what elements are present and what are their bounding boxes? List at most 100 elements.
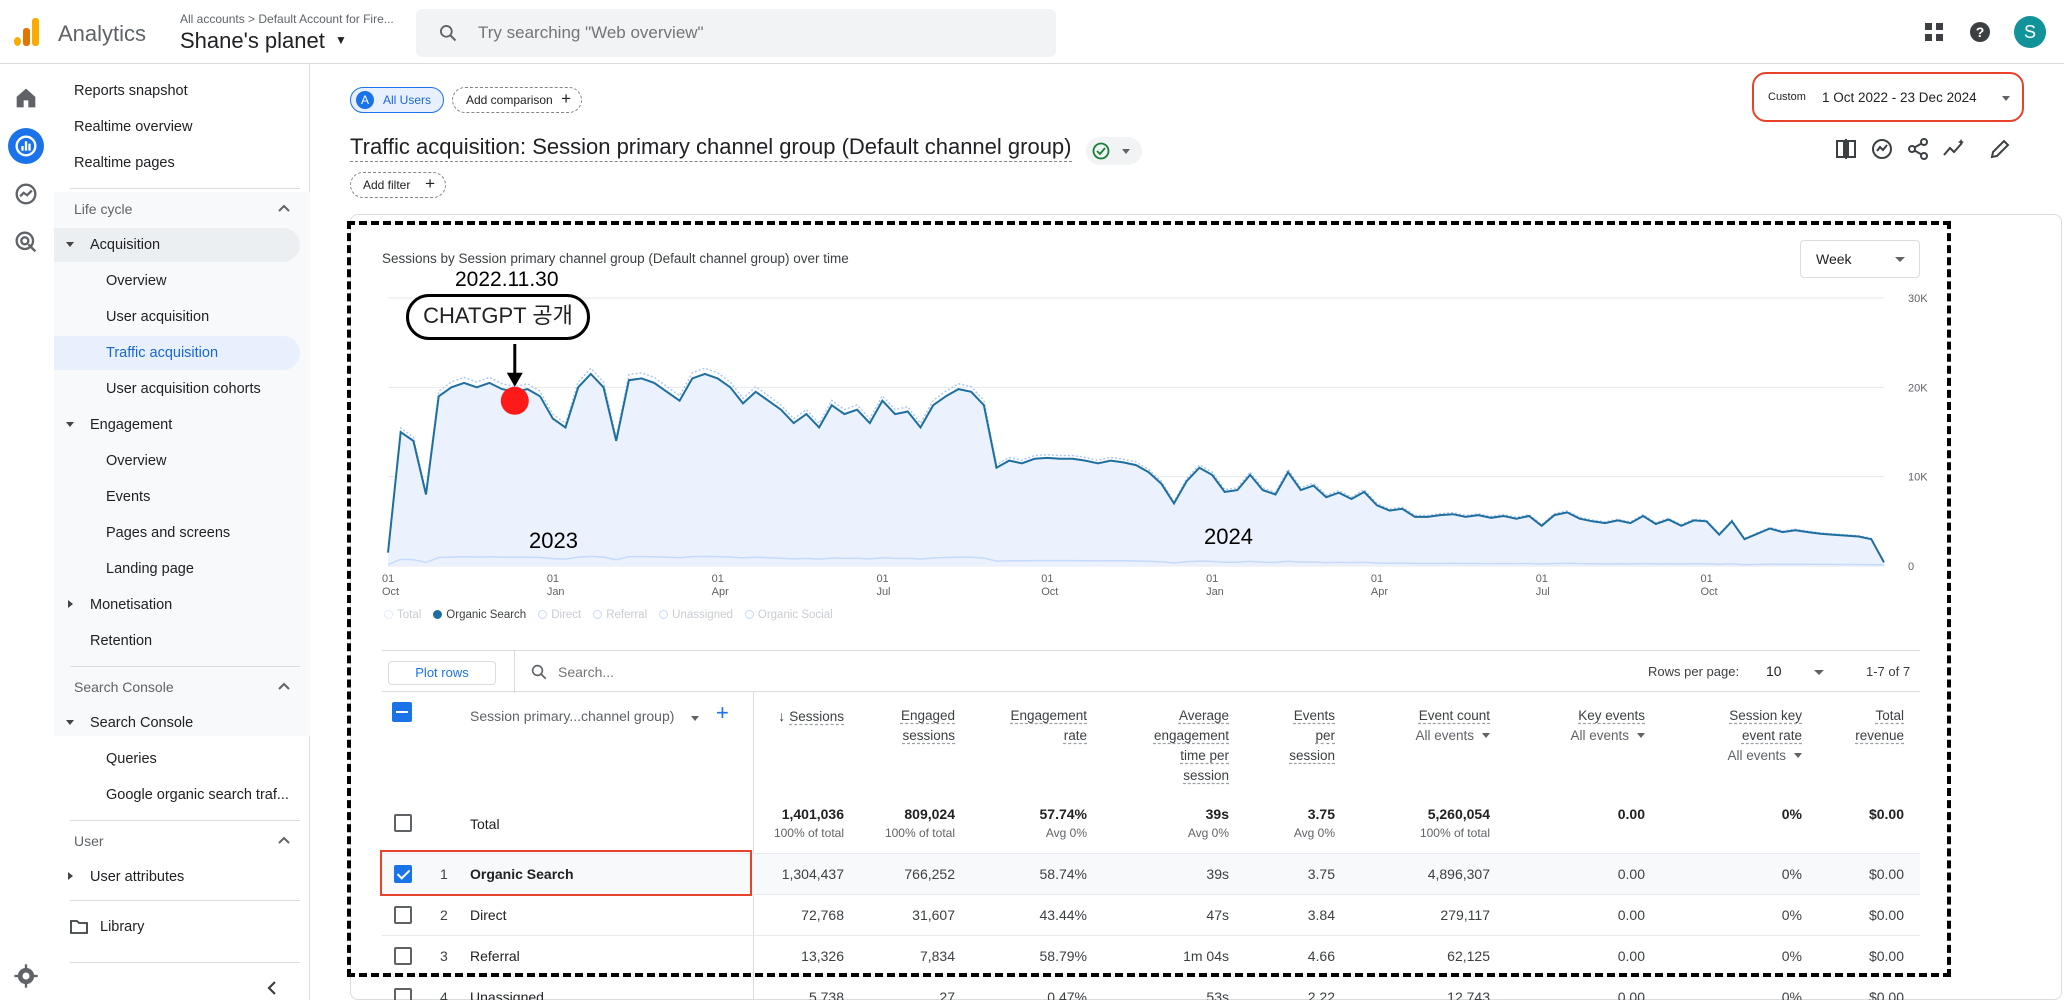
legend-item[interactable]: Organic Search — [433, 609, 526, 621]
row-dimension-value[interactable]: Referral — [470, 948, 520, 964]
nav-pages-and-screens[interactable]: Pages and screens — [54, 516, 300, 550]
nav-user-acquisition[interactable]: User acquisition — [54, 300, 300, 334]
search-console-section-header[interactable]: Search Console — [54, 670, 310, 704]
x-tick-day: 01 — [1041, 573, 1053, 585]
caret-down-icon — [2002, 96, 2010, 101]
user-avatar[interactable]: S — [2014, 16, 2046, 48]
add-dimension-icon[interactable]: + — [716, 700, 729, 726]
column-metric-selector[interactable]: All events — [1727, 746, 1802, 766]
nav-search-console[interactable]: Search Console — [54, 706, 300, 740]
column-header-label: Engaged — [900, 708, 955, 723]
x-tick-month: Oct — [1041, 586, 1058, 598]
y-tick-label: 0 — [1908, 561, 1914, 573]
row-dimension-value[interactable]: Unassigned — [470, 989, 544, 1000]
column-header[interactable]: Session key event rate All events — [1727, 706, 1802, 766]
table-row[interactable]: 4 Unassigned 5,738 27 0.47% 53s 2.22 12,743 0.00… — [382, 977, 1920, 1000]
nav-google-organic-search[interactable]: Google organic search traf... — [54, 778, 300, 812]
all-users-chip[interactable]: A All Users — [350, 87, 444, 113]
nav-user-acquisition-cohorts[interactable]: User acquisition cohorts — [54, 372, 300, 406]
nav-acq-overview[interactable]: Overview — [54, 264, 300, 298]
column-header[interactable]: Event count All events — [1415, 706, 1490, 746]
analytics-logo-icon[interactable] — [12, 16, 42, 46]
nav-reports-snapshot[interactable]: Reports snapshot — [54, 74, 300, 108]
edit-icon[interactable] — [1988, 137, 2012, 161]
nav-traffic-acquisition[interactable]: Traffic acquisition — [54, 336, 300, 370]
row-cell: $0.00 — [1868, 866, 1904, 882]
property-selector[interactable]: Shane's planet ▼ — [180, 28, 347, 54]
reports-icon[interactable] — [12, 132, 40, 160]
y-tick-label: 10K — [1908, 472, 1928, 484]
table-search-input[interactable] — [558, 661, 958, 683]
property-name: Shane's planet — [180, 28, 325, 53]
legend-item[interactable]: Total — [384, 609, 421, 621]
search-input[interactable] — [478, 21, 1018, 45]
nav-acquisition[interactable]: Acquisition — [54, 228, 300, 262]
settings-icon[interactable] — [12, 962, 40, 990]
row-checkbox[interactable] — [394, 906, 412, 924]
column-header[interactable]: Engaged sessions — [901, 706, 955, 746]
share-icon[interactable] — [1906, 137, 1930, 161]
nav-events[interactable]: Events — [54, 480, 300, 514]
nav-retention[interactable]: Retention — [54, 624, 300, 658]
nav-engagement[interactable]: Engagement — [54, 408, 300, 442]
legend-item[interactable]: Organic Social — [744, 609, 833, 621]
plot-rows-button[interactable]: Plot rows — [388, 661, 496, 685]
column-header[interactable]: Average engagement time per session — [1154, 706, 1229, 786]
column-header[interactable]: Events per session — [1289, 706, 1335, 766]
date-range-picker[interactable]: Custom 1 Oct 2022 - 23 Dec 2024 — [1752, 72, 2024, 122]
nav-acquisition-label: Acquisition — [90, 237, 161, 253]
nav-library[interactable]: Library — [54, 910, 300, 944]
row-dimension-value[interactable]: Direct — [470, 907, 507, 923]
dimension-header[interactable]: Session primary...channel group) — [470, 708, 674, 724]
rows-per-page-select[interactable]: 10 — [1766, 663, 1782, 679]
account-breadcrumb[interactable]: All accounts > Default Account for Fire.… — [180, 12, 394, 26]
advertising-icon[interactable] — [12, 228, 40, 256]
table-row[interactable]: 2 Direct 72,768 31,607 43.44% 47s 3.84 279,117 0… — [382, 895, 1920, 936]
report-status-button[interactable] — [1086, 137, 1142, 165]
explore-icon[interactable] — [12, 180, 40, 208]
legend-item[interactable]: Unassigned — [659, 609, 733, 621]
collapse-nav-icon[interactable] — [266, 980, 278, 996]
nav-monetisation[interactable]: Monetisation — [54, 588, 300, 622]
column-metric-selector[interactable]: All events — [1570, 726, 1645, 746]
row-cell: 7,834 — [919, 948, 955, 964]
user-section-header[interactable]: User — [54, 824, 310, 858]
help-icon[interactable]: ? — [1968, 20, 1992, 44]
caret-down-icon — [691, 716, 699, 721]
legend-item[interactable]: Referral — [593, 609, 647, 621]
total-cell: $0.00 — [1868, 806, 1904, 822]
add-filter-button[interactable]: Add filter + — [350, 172, 446, 198]
insights-icon[interactable] — [1870, 137, 1894, 161]
legend-item[interactable]: Direct — [538, 609, 581, 621]
lifecycle-section-header[interactable]: Life cycle — [54, 192, 310, 226]
column-header[interactable]: Key events All events — [1570, 706, 1645, 746]
select-all-checkbox[interactable] — [392, 702, 412, 722]
row-checkbox[interactable] — [394, 988, 412, 1000]
column-header-label: Average — [1178, 708, 1229, 723]
row-checkbox[interactable] — [394, 947, 412, 965]
column-header[interactable]: ↓ Sessions — [778, 706, 844, 727]
nav-queries[interactable]: Queries — [54, 742, 300, 776]
date-range-label: Custom — [1768, 91, 1806, 103]
trend-icon[interactable] — [1942, 137, 1966, 161]
nav-eng-overview[interactable]: Overview — [54, 444, 300, 478]
column-metric-selector[interactable]: All events — [1415, 726, 1490, 746]
total-cell: 0% — [1781, 806, 1802, 822]
search-bar[interactable] — [416, 9, 1056, 57]
apps-grid-icon[interactable] — [1922, 20, 1946, 44]
add-comparison-button[interactable]: Add comparison + — [452, 87, 582, 113]
nav-realtime-overview[interactable]: Realtime overview — [54, 110, 300, 144]
total-cell-sub: 100% of total — [773, 826, 844, 840]
column-header[interactable]: Engagement rate — [1010, 706, 1087, 746]
report-title[interactable]: Traffic acquisition: Session primary cha… — [350, 134, 1072, 162]
compare-icon[interactable] — [1834, 137, 1858, 161]
table-row[interactable]: 3 Referral 13,326 7,834 58.79% 1m 04s 4.66 62,1… — [382, 936, 1920, 977]
row-checkbox[interactable] — [394, 814, 412, 832]
home-icon[interactable] — [12, 84, 40, 112]
nav-landing-page[interactable]: Landing page — [54, 552, 300, 586]
nav-realtime-pages[interactable]: Realtime pages — [54, 146, 300, 180]
top-header: Analytics All accounts > Default Account… — [0, 0, 2064, 64]
row-cell: 13,326 — [801, 948, 844, 964]
column-header[interactable]: Total revenue — [1855, 706, 1904, 746]
nav-user-attributes[interactable]: User attributes — [54, 860, 300, 894]
